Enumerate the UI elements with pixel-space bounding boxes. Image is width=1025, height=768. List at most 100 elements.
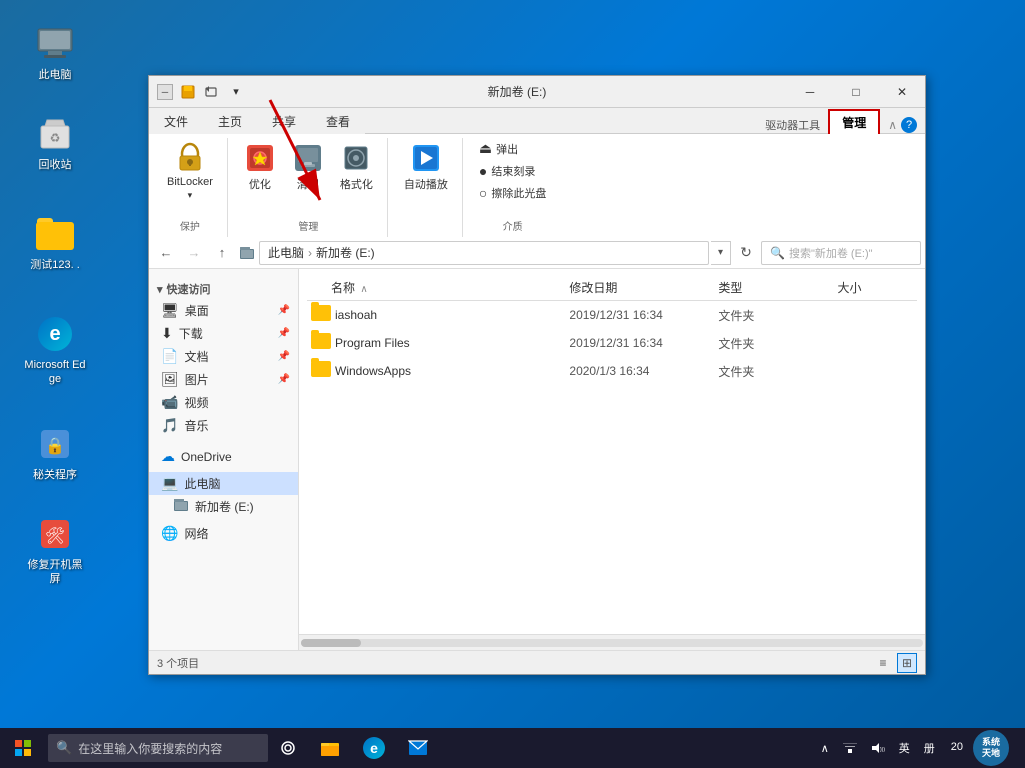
col-header-size[interactable]: 大小 <box>838 279 917 296</box>
ribbon-group-media: ⏏ 弹出 ● 结束刻录 ○ 擦除此光盘 介质 <box>465 138 560 237</box>
col-header-type[interactable]: 类型 <box>718 279 837 296</box>
desktop-icon-fix[interactable]: 🛠 修复开机黑屏 <box>20 510 90 591</box>
tray-network[interactable] <box>837 728 863 768</box>
end-session-icon: ● <box>479 163 487 179</box>
tab-share[interactable]: 共享 <box>257 108 311 134</box>
edge-taskbar-icon: e <box>363 737 385 759</box>
tray-volume[interactable]: )))) <box>865 728 891 768</box>
bitlocker-btn[interactable]: BitLocker ▾ <box>161 138 219 205</box>
help-btn[interactable]: ? <box>901 117 917 133</box>
file-item-iashoah[interactable]: iashoah 2019/12/31 16:34 文件夹 <box>307 301 917 329</box>
qat-undo-btn[interactable] <box>201 81 223 103</box>
pinned-mail[interactable] <box>396 728 440 768</box>
autoplay-btn[interactable]: 自动播放 <box>398 138 454 196</box>
forward-btn[interactable]: → <box>181 240 207 266</box>
start-button[interactable] <box>0 728 46 768</box>
sidebar-item-docs[interactable]: 📄 文档 📌 <box>149 345 298 368</box>
pinned-file-explorer[interactable] <box>308 728 352 768</box>
ribbon-collapse-btn[interactable]: ∧ <box>888 118 897 132</box>
bitlocker-label: BitLocker <box>167 176 213 188</box>
refresh-btn[interactable]: ↻ <box>733 240 759 266</box>
tab-view[interactable]: 查看 <box>311 108 365 134</box>
taskbar-clock[interactable]: 20 <box>943 740 971 755</box>
show-desktop-btn[interactable] <box>1015 728 1021 768</box>
format-btn[interactable]: 格式化 <box>334 138 379 196</box>
task-view-btn[interactable] <box>268 728 308 768</box>
eject-btn[interactable]: ⏏ 弹出 <box>473 138 552 159</box>
file-item-windowsapps[interactable]: WindowsApps 2020/1/3 16:34 文件夹 <box>307 357 917 385</box>
col-header-name[interactable]: 名称 ∧ <box>331 279 569 296</box>
pin-icon-docs: 📌 <box>278 351 290 362</box>
tab-file[interactable]: 文件 <box>149 108 203 134</box>
tab-manage[interactable]: 管理 <box>828 109 880 134</box>
sidebar-item-desktop[interactable]: 🖥 桌面 📌 <box>149 299 298 322</box>
item-count: 3 个项目 <box>157 655 199 671</box>
back-btn[interactable]: ← <box>153 240 179 266</box>
qat-dropdown-btn[interactable]: ▾ <box>225 81 247 103</box>
sidebar-item-music[interactable]: 🎵 音乐 <box>149 414 298 437</box>
desktop-icon-recycle-label: 回收站 <box>39 158 72 172</box>
maximize-btn[interactable]: □ <box>833 76 879 108</box>
systray-logo[interactable]: 系统天地 <box>973 730 1009 766</box>
erase-disc-label: 擦除此光盘 <box>491 185 546 201</box>
large-icon-view-btn[interactable]: ⊞ <box>897 653 917 673</box>
col-header-date[interactable]: 修改日期 <box>569 279 718 296</box>
media-group-label: 介质 <box>465 218 560 233</box>
main-content: ▾ 快速访问 🖥 桌面 📌 ⬇ 下载 📌 📄 <box>149 269 925 650</box>
optimize-label: 优化 <box>249 176 271 192</box>
search-box[interactable]: 🔍 搜索"新加卷 (E:)" <box>761 241 921 265</box>
qat-save-btn[interactable] <box>177 81 199 103</box>
ribbon-content: BitLocker ▾ 保护 <box>149 134 925 237</box>
quick-access-header: ▾ 快速访问 <box>149 277 298 299</box>
address-path-display[interactable]: 此电脑 › 新加卷 (E:) <box>259 241 709 265</box>
tray-lang[interactable]: 英 <box>893 728 916 768</box>
desktop-icon-secret[interactable]: 🔒 秘关程序 <box>20 420 90 486</box>
erase-disc-btn[interactable]: ○ 擦除此光盘 <box>473 183 552 203</box>
desktop-icon-recycle[interactable]: ♻ 回收站 <box>20 110 90 176</box>
recycle-icon: ♻ <box>35 114 75 154</box>
autoplay-label: 自动播放 <box>404 176 448 192</box>
taskbar-search[interactable]: 🔍 在这里输入你要搜索的内容 <box>48 734 268 762</box>
explorer-window: ─ ▾ 新加卷 (E:) <box>148 75 926 675</box>
clean-btn[interactable]: 清理 <box>286 138 330 196</box>
title-bar: ─ ▾ 新加卷 (E:) <box>149 76 925 108</box>
desktop-icon-folder-label: 测试123. . <box>30 258 80 272</box>
sidebar-item-onedrive[interactable]: ☁ OneDrive <box>149 445 298 468</box>
sidebar-item-this-pc[interactable]: 💻 此电脑 <box>149 472 298 495</box>
horizontal-scrollbar[interactable] <box>299 634 925 650</box>
sidebar-item-new-vol[interactable]: 新加卷 (E:) <box>149 495 298 518</box>
address-bar: ← → ↑ 此电脑 › 新加卷 (E:) ▾ ↻ 🔍 搜索"新加卷 (E:)" <box>149 237 925 269</box>
close-btn[interactable]: ✕ <box>879 76 925 108</box>
file-item-program-files[interactable]: Program Files 2019/12/31 16:34 文件夹 <box>307 329 917 357</box>
end-session-btn[interactable]: ● 结束刻录 <box>473 161 552 181</box>
quick-access-collapse-icon: ▾ <box>157 283 163 296</box>
downloads-icon-sidebar: ⬇ <box>161 325 173 342</box>
sidebar-item-downloads[interactable]: ⬇ 下载 📌 <box>149 322 298 345</box>
desktop-icon-edge[interactable]: e Microsoft Edge <box>20 310 90 391</box>
desktop-icon-this-pc[interactable]: 此电脑 <box>20 20 90 86</box>
address-dropdown-btn[interactable]: ▾ <box>711 241 731 265</box>
path-drive: 新加卷 (E:) <box>316 244 375 261</box>
end-session-label: 结束刻录 <box>491 163 535 179</box>
pinned-edge[interactable]: e <box>352 728 396 768</box>
scroll-thumb[interactable] <box>301 639 361 647</box>
task-view-icon <box>280 741 296 755</box>
tab-home[interactable]: 主页 <box>203 108 257 134</box>
minimize-btn[interactable]: ─ <box>787 76 833 108</box>
onedrive-section: ☁ OneDrive <box>149 445 298 468</box>
tray-chevron[interactable]: ∧ <box>815 728 835 768</box>
manage-group-label: 管理 <box>230 218 387 233</box>
title-bar-system-btn[interactable]: ─ <box>157 84 173 100</box>
details-view-btn[interactable]: ≡ <box>873 653 893 673</box>
sidebar-item-network[interactable]: 🌐 网络 <box>149 522 298 545</box>
desktop-icon-folder[interactable]: 测试123. . <box>20 210 90 276</box>
up-btn[interactable]: ↑ <box>209 240 235 266</box>
scroll-track[interactable] <box>301 639 923 647</box>
volume-tray-icon: )))) <box>871 742 885 754</box>
optimize-btn[interactable]: 优化 <box>238 138 282 196</box>
tray-input-mode[interactable]: 册 <box>918 728 941 768</box>
fix-app-icon: 🛠 <box>35 514 75 554</box>
pics-icon-sidebar: 🖼 <box>161 371 179 388</box>
sidebar-item-videos[interactable]: 📹 视频 <box>149 391 298 414</box>
sidebar-item-pics[interactable]: 🖼 图片 📌 <box>149 368 298 391</box>
